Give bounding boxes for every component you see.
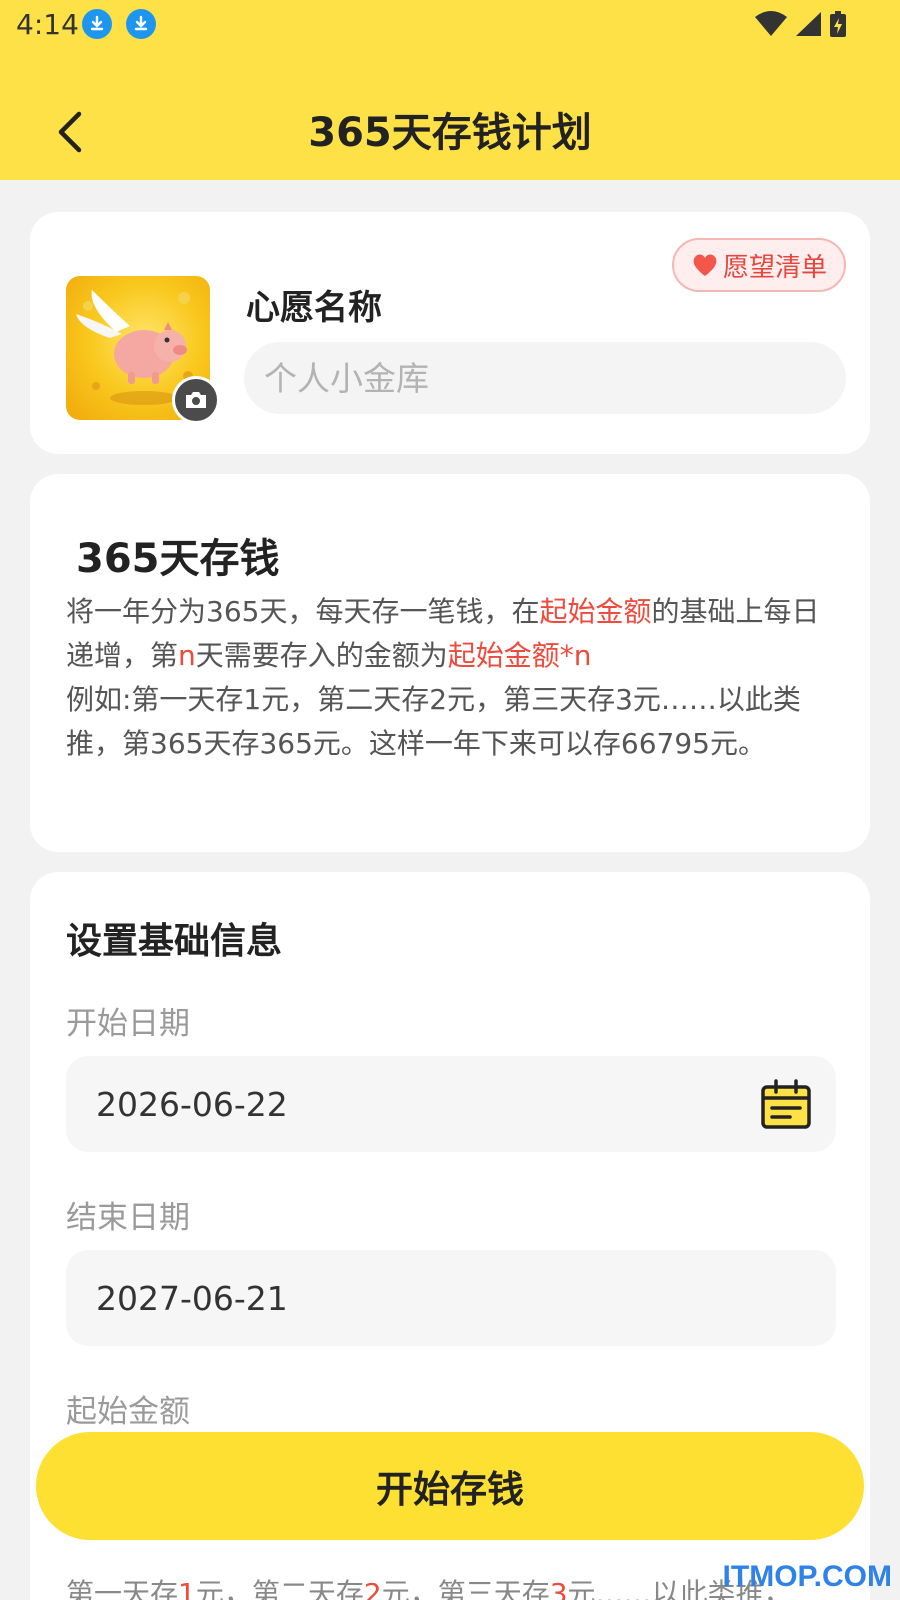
- intro-highlight: 起始金额*n: [447, 639, 592, 672]
- start-date-value: 2026-06-22: [96, 1084, 288, 1124]
- example-hint: 第一天存1元，第二天存2元，第三天存3元……以此类推，: [66, 1572, 792, 1600]
- status-time: 4:14: [16, 8, 79, 41]
- battery-icon: [830, 11, 846, 37]
- wishlist-button[interactable]: 愿望清单: [672, 238, 846, 292]
- app-bar: 4:14 365天存钱计划: [0, 0, 900, 180]
- example-text: 元，第三天存: [381, 1577, 550, 1600]
- example-text: 元，第二天存: [195, 1577, 364, 1600]
- signal-icon: [796, 12, 821, 36]
- intro-text-part: 将一年分为365天，每天存一笔钱，在: [66, 595, 540, 628]
- end-date-label: 结束日期: [66, 1200, 190, 1236]
- wifi-icon: [755, 11, 787, 36]
- intro-highlight: 起始金额: [539, 595, 652, 628]
- intro-highlight: n: [178, 639, 196, 672]
- settings-title: 设置基础信息: [66, 921, 283, 962]
- download-icon: [126, 9, 156, 39]
- example-value: 2: [363, 1577, 382, 1600]
- intro-text-part: 天需要存入的金额为: [195, 639, 448, 672]
- wishlist-label: 愿望清单: [722, 252, 827, 283]
- end-date-value: 2027-06-21: [96, 1278, 288, 1318]
- page-title: 365天存钱计划: [308, 110, 592, 156]
- example-value: 3: [549, 1577, 568, 1600]
- intro-example: 例如:第一天存1元，第二天存2元，第三天存3元……以此类推，第365天存365元…: [66, 683, 801, 760]
- wish-card: 心愿名称 愿望清单: [30, 212, 870, 454]
- example-text: 第一天存: [66, 1577, 179, 1600]
- calendar-icon[interactable]: [760, 1078, 812, 1130]
- start-saving-button[interactable]: 开始存钱: [36, 1432, 864, 1540]
- example-value: 1: [178, 1577, 196, 1600]
- intro-card: 365天存钱 将一年分为365天，每天存一笔钱，在起始金额的基础上每日递增，第n…: [30, 474, 870, 852]
- end-date-field[interactable]: 2027-06-21: [66, 1250, 836, 1346]
- download-icon: [82, 9, 112, 39]
- heart-icon: [693, 254, 717, 276]
- system-icons: [754, 10, 848, 38]
- start-date-field[interactable]: 2026-06-22: [66, 1056, 836, 1152]
- wish-name-input[interactable]: [244, 342, 846, 414]
- start-amount-label: 起始金额: [66, 1394, 190, 1430]
- intro-description: 将一年分为365天，每天存一笔钱，在起始金额的基础上每日递增，第n天需要存入的金…: [66, 590, 842, 766]
- camera-icon: [186, 392, 206, 408]
- intro-title: 365天存钱: [76, 536, 280, 582]
- watermark: ITMOP.COM: [722, 1560, 892, 1593]
- camera-button[interactable]: [172, 376, 220, 424]
- wish-name-label: 心愿名称: [246, 288, 382, 328]
- start-date-label: 开始日期: [66, 1006, 190, 1042]
